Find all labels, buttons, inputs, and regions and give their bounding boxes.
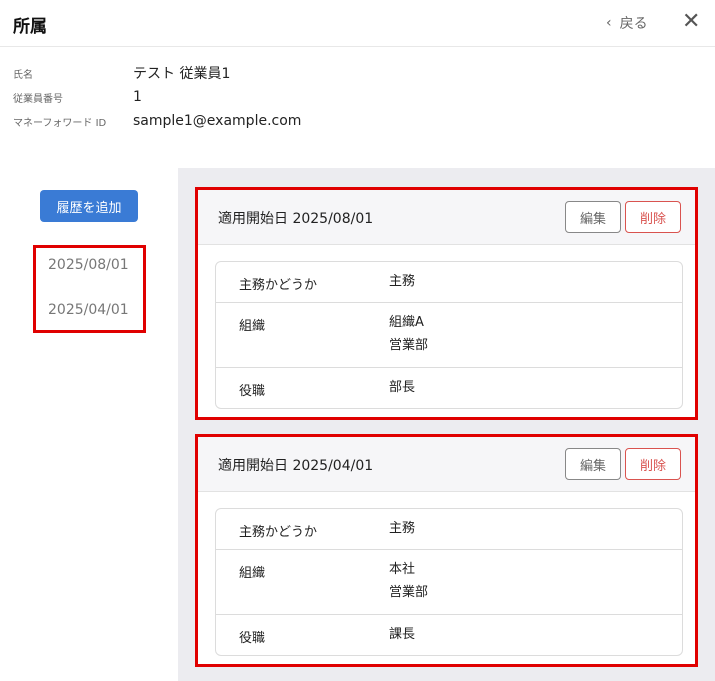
history-card-title: 適用開始日 2025/04/01 xyxy=(218,458,374,474)
detail-row-position: 役職 課長 xyxy=(216,614,682,655)
organization-value: 組織A 営業部 xyxy=(389,311,428,357)
detail-row-organization: 組織 組織A 営業部 xyxy=(216,302,682,367)
organization-line: 本社 xyxy=(389,562,416,577)
main-duty-value: 主務 xyxy=(389,274,416,289)
history-date-item[interactable]: 2025/04/01 xyxy=(48,302,129,318)
history-card-outline: 適用開始日 2025/08/01 編集 削除 主務かどうか 主務 組織 組織A … xyxy=(195,187,698,420)
main-duty-label: 主務かどうか xyxy=(239,525,318,540)
back-label: 戻る xyxy=(619,16,648,32)
organization-line: 営業部 xyxy=(389,585,429,600)
delete-button[interactable]: 削除 xyxy=(625,448,681,480)
history-detail-table: 主務かどうか 主務 組織 本社 営業部 役職 課長 xyxy=(215,508,683,656)
detail-row-organization: 組織 本社 営業部 xyxy=(216,549,682,614)
organization-line: 組織A xyxy=(389,315,424,330)
position-label: 役職 xyxy=(239,631,266,646)
edit-button[interactable]: 編集 xyxy=(565,448,621,480)
history-card-outline: 適用開始日 2025/04/01 編集 削除 主務かどうか 主務 組織 本社 営… xyxy=(195,434,698,667)
back-button[interactable]: ‹ 戻る xyxy=(606,13,648,33)
organization-label: 組織 xyxy=(239,319,266,334)
organization-label: 組織 xyxy=(239,566,266,581)
employee-number-value: 1 xyxy=(133,89,142,105)
edit-button[interactable]: 編集 xyxy=(565,201,621,233)
close-icon[interactable]: ✕ xyxy=(682,10,700,34)
history-card-header: 適用開始日 2025/08/01 編集 削除 xyxy=(198,190,695,245)
history-date-item[interactable]: 2025/08/01 xyxy=(48,257,129,273)
mf-id-label: マネーフォワード ID xyxy=(13,117,107,129)
chevron-left-icon: ‹ xyxy=(606,15,612,31)
employee-number-row: 従業員番号 1 xyxy=(13,87,142,107)
history-card: 適用開始日 2025/04/01 編集 削除 主務かどうか 主務 組織 本社 営… xyxy=(198,437,695,664)
organization-value: 本社 営業部 xyxy=(389,558,428,604)
employee-name-row: 氏名 テスト 従業員1 xyxy=(13,63,230,83)
main-duty-value: 主務 xyxy=(389,521,416,536)
add-history-button[interactable]: 履歴を追加 xyxy=(40,190,138,222)
employee-name-value: テスト 従業員1 xyxy=(133,66,231,82)
history-card-title: 適用開始日 2025/08/01 xyxy=(218,211,374,227)
history-date-list: 2025/08/01 2025/04/01 xyxy=(33,245,146,333)
position-label: 役職 xyxy=(239,384,266,399)
detail-row-position: 役職 部長 xyxy=(216,367,682,408)
main-duty-label: 主務かどうか xyxy=(239,278,318,293)
position-value: 課長 xyxy=(389,627,416,642)
detail-row-main: 主務かどうか 主務 xyxy=(216,509,682,549)
mf-id-row: マネーフォワード ID sample1@example.com xyxy=(13,111,301,131)
mf-id-value: sample1@example.com xyxy=(133,113,302,129)
page-title: 所属 xyxy=(13,17,47,37)
employee-name-label: 氏名 xyxy=(13,69,33,81)
history-detail-table: 主務かどうか 主務 組織 組織A 営業部 役職 部長 xyxy=(215,261,683,409)
organization-line: 営業部 xyxy=(389,338,429,353)
detail-row-main: 主務かどうか 主務 xyxy=(216,262,682,302)
delete-button[interactable]: 削除 xyxy=(625,201,681,233)
history-card-header: 適用開始日 2025/04/01 編集 削除 xyxy=(198,437,695,492)
history-card: 適用開始日 2025/08/01 編集 削除 主務かどうか 主務 組織 組織A … xyxy=(198,190,695,417)
position-value: 部長 xyxy=(389,380,416,395)
employee-number-label: 従業員番号 xyxy=(13,93,63,105)
page-header: 所属 ‹ 戻る ✕ xyxy=(0,0,715,47)
